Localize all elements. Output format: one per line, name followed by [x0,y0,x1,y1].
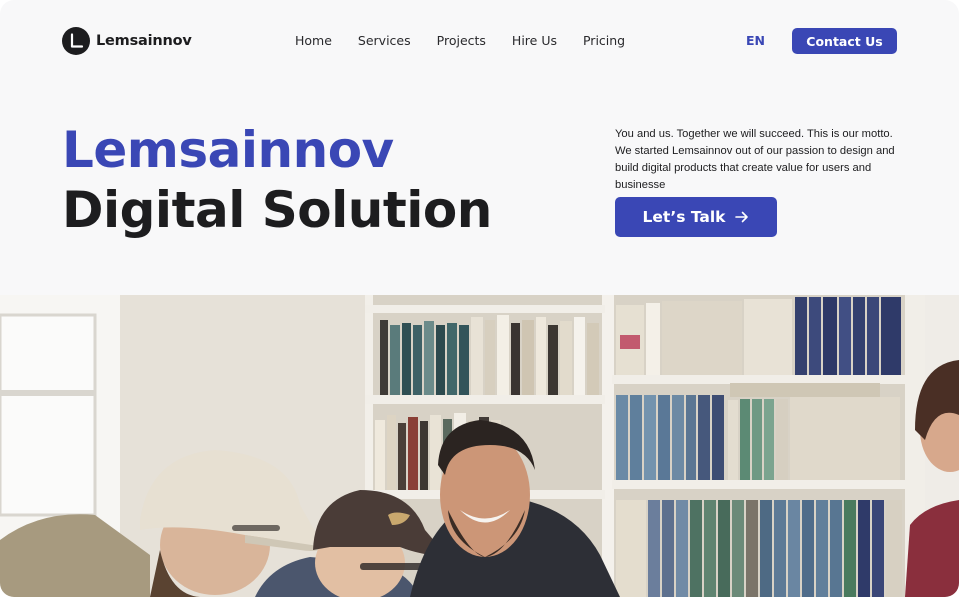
hero-title-line-2: Digital Solution [62,181,492,239]
nav-pricing[interactable]: Pricing [583,33,625,48]
language-selector[interactable]: EN [746,33,765,48]
lets-talk-label: Let’s Talk [642,208,726,226]
top-navigation: Lemsainnov Home Services Projects Hire U… [0,0,959,82]
hero-title: Lemsainnov Digital Solution [62,120,492,240]
hero-description: You and us. Together we will succeed. Th… [615,128,895,191]
nav-home[interactable]: Home [295,33,332,48]
team-photo [0,295,959,597]
lets-talk-button[interactable]: Let’s Talk [615,197,777,237]
nav-services[interactable]: Services [358,33,411,48]
brand-logo-link[interactable]: Lemsainnov [62,27,192,55]
nav-projects[interactable]: Projects [437,33,486,48]
arrow-right-icon [735,211,749,223]
page-frame: Lemsainnov Home Services Projects Hire U… [0,0,959,597]
hero-title-line-1: Lemsainnov [62,121,394,179]
brand-name: Lemsainnov [96,33,192,49]
main-menu: Home Services Projects Hire Us Pricing [295,33,625,48]
lemsainnov-logo-icon [62,27,90,55]
nav-hire-us[interactable]: Hire Us [512,33,557,48]
contact-us-button[interactable]: Contact Us [792,28,897,54]
